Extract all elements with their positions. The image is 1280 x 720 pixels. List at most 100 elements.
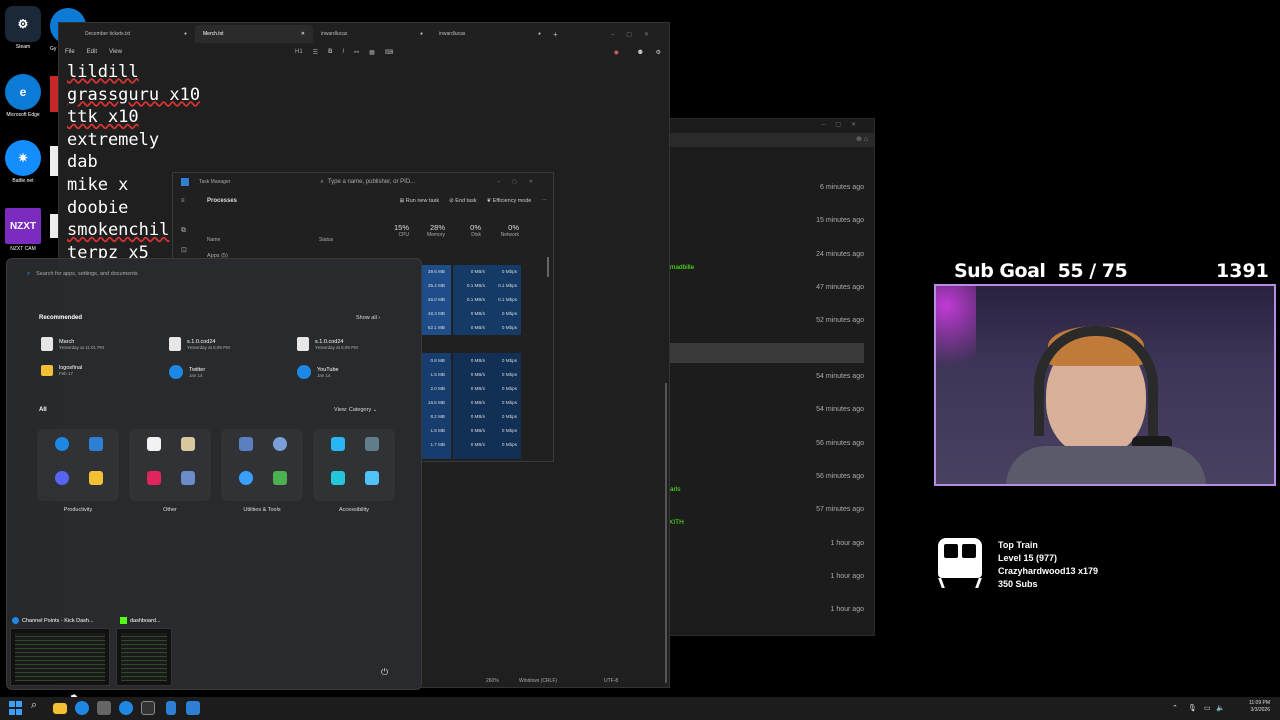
hamburger-icon[interactable]: ≡ [181, 198, 185, 204]
efficiency-mode-button[interactable]: ❦ Efficiency mode [487, 198, 532, 204]
edge-icon[interactable] [119, 701, 133, 715]
notepad-icon[interactable] [166, 701, 176, 715]
process-cell: 8.2 MB [430, 414, 445, 419]
clear-format-button[interactable]: ⌨ [385, 49, 394, 56]
column-memory[interactable]: 28% Memory [419, 223, 445, 238]
table-button[interactable]: ▦ [369, 49, 375, 56]
all-apps-heading: All [39, 407, 47, 413]
activity-time: 56 minutes ago [816, 473, 864, 480]
nzxt-icon: NZXT [5, 208, 41, 244]
desktop-icon-steam[interactable]: ⚙ Steam [0, 6, 46, 50]
category-other[interactable] [129, 429, 211, 501]
mic-icon[interactable]: 🎙 [1188, 704, 1197, 712]
account-icon[interactable]: ⚉ [638, 49, 643, 56]
zoom-level[interactable]: 260% [486, 678, 499, 684]
process-cell: 0 MB/s [470, 400, 485, 405]
column-network[interactable]: 0% Network [491, 223, 519, 238]
menu-file[interactable]: File [65, 49, 75, 55]
column-disk[interactable]: 0% Disk [457, 223, 481, 238]
volume-icon[interactable]: 🔈 [1216, 704, 1225, 712]
column-name[interactable]: Name [207, 237, 220, 243]
processes-nav-icon[interactable]: ⧉ [181, 221, 187, 241]
tab-label: inwardlucas [321, 31, 348, 37]
settings-icon[interactable]: ⚙ [656, 49, 661, 56]
view-category-button[interactable]: View: Category ⌄ [329, 405, 382, 415]
window-thumbnail[interactable] [116, 628, 172, 686]
network-icon[interactable]: ▭ [1204, 704, 1211, 712]
close-icon[interactable]: ● [420, 31, 423, 37]
encoding[interactable]: UTF-8 [604, 678, 618, 684]
menu-view[interactable]: View [109, 49, 122, 55]
link-button[interactable]: ⚯ [354, 49, 359, 56]
desktop-icon-edge[interactable]: e Microsoft Edge [0, 74, 46, 118]
line-ending[interactable]: Windows (CRLF) [519, 678, 557, 684]
italic-button[interactable]: I [342, 49, 344, 55]
tab-label: Merch.txt [203, 31, 224, 37]
scrollbar[interactable] [547, 257, 549, 277]
tab-inwardlucas-2[interactable]: inwardlucas ● [431, 25, 549, 43]
power-icon[interactable]: ⏻ [381, 667, 388, 678]
clock-time: 11:09 PM [1248, 700, 1270, 706]
close-icon[interactable]: ✕ [301, 31, 305, 37]
activity-time: 57 minutes ago [816, 506, 864, 513]
process-search-input[interactable]: ⌕ Type a name, publisher, or PID... [320, 176, 440, 188]
wall-light [936, 286, 976, 366]
recommended-item[interactable]: March Yesterday at 11:01 PM [41, 337, 161, 351]
window-controls[interactable]: –▢✕ [497, 179, 545, 185]
desktop-icon-battlenet[interactable]: ✷ Battle.net [0, 140, 46, 184]
activity-user: arls [670, 486, 681, 493]
recommended-item[interactable]: YouTube Jan 14 [297, 365, 417, 379]
show-all-button[interactable]: Show all › [351, 313, 385, 323]
terminal-icon[interactable] [141, 701, 155, 715]
recommended-item[interactable]: logosfinal Feb 17 [41, 365, 161, 376]
edge-icon[interactable] [75, 701, 89, 715]
heading-button[interactable]: H1 [295, 49, 303, 55]
app-icon[interactable] [97, 701, 111, 715]
category-accessibility[interactable] [313, 429, 395, 501]
search-icon[interactable]: ⌕ [31, 699, 45, 713]
file-explorer-icon[interactable] [53, 703, 67, 714]
end-task-button[interactable]: ⊘ End task [449, 198, 477, 204]
close-icon[interactable]: ● [184, 31, 187, 37]
column-cpu[interactable]: 15% CPU [385, 223, 409, 238]
run-new-task-button[interactable]: ⊞ Run new task [400, 198, 439, 204]
edge-icon [12, 617, 19, 624]
recommended-item[interactable]: s.1.0.cod24 Yesterday at 6:09 PM [169, 337, 289, 351]
scrollbar[interactable] [665, 383, 667, 683]
more-options-icon[interactable]: ⋯ [542, 198, 548, 204]
category-productivity[interactable] [37, 429, 119, 501]
bold-button[interactable]: B [328, 49, 332, 55]
recommended-item[interactable]: Twitter Jan 14 [169, 365, 289, 379]
column-status[interactable]: Status [319, 237, 333, 243]
window-thumbnail[interactable] [10, 628, 110, 686]
task-manager-icon[interactable] [186, 701, 200, 715]
start-menu[interactable]: ⌕ Search for apps, settings, and documen… [6, 258, 422, 690]
thumbnail-preview [121, 633, 167, 681]
window-controls[interactable]: –▢✕ [611, 31, 661, 38]
tab-inwardlucas-1[interactable]: inwardlucas ● [313, 25, 431, 43]
list-button[interactable]: ☰ [313, 49, 318, 56]
document-icon [41, 337, 53, 351]
category-utilities[interactable] [221, 429, 303, 501]
copilot-icon[interactable]: ◉ [614, 49, 619, 56]
processes-toolbar: ≡ Processes ⊞ Run new task ⊘ End task ❦ … [173, 191, 553, 211]
close-icon[interactable]: ● [538, 31, 541, 37]
desktop-icon-nzxt[interactable]: NZXT NZXT CAM [0, 208, 46, 252]
chevron-up-icon[interactable]: ⌃ [1172, 704, 1178, 712]
task-manager-icon [181, 178, 189, 186]
explorer-icon [89, 471, 103, 485]
activity-user: XITH [669, 519, 684, 526]
recommended-item[interactable]: s.1.0.cod24 Yesterday at 6:09 PM [297, 337, 417, 351]
folder-icon [41, 365, 53, 376]
tab-december-tickets[interactable]: December tickets.txt ● [77, 25, 195, 43]
document-icon [169, 337, 181, 351]
tab-merch[interactable]: Merch.txt ✕ [195, 25, 313, 43]
start-search-input[interactable]: ⌕ Search for apps, settings, and documen… [27, 267, 407, 281]
start-button[interactable] [9, 701, 22, 715]
new-tab-icon[interactable]: + [553, 30, 558, 39]
section-title: Processes [207, 198, 238, 204]
clock[interactable]: 11:09 PM 3/3/2026 [1249, 700, 1270, 714]
activity-time: 47 minutes ago [816, 284, 864, 291]
monitor-icon [273, 471, 287, 485]
menu-edit[interactable]: Edit [87, 49, 97, 55]
